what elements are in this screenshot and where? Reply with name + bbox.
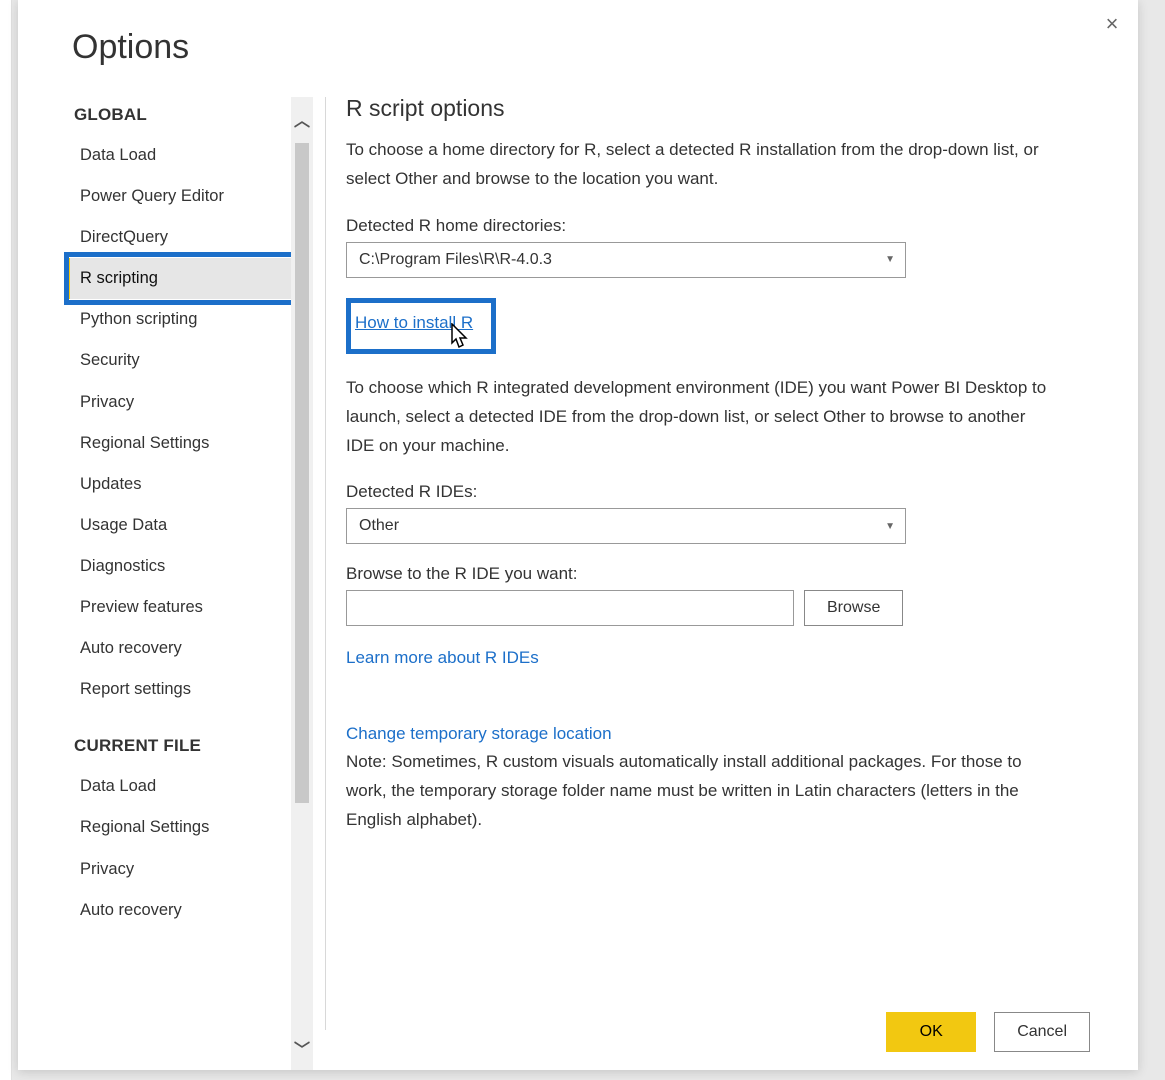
link-learn-r-ides[interactable]: Learn more about R IDEs [346, 648, 539, 667]
link-how-to-install-r-box: How to install R [346, 298, 496, 354]
chevron-down-icon: ▼ [885, 521, 895, 532]
cancel-button[interactable]: Cancel [994, 1012, 1090, 1052]
sidebar-item-cf-privacy[interactable]: Privacy [66, 849, 291, 890]
sidebar: GLOBAL Data Load Power Query Editor Dire… [58, 97, 291, 1070]
panel-description: To choose a home directory for R, select… [346, 136, 1058, 194]
browse-ide-label: Browse to the R IDE you want: [346, 564, 1058, 584]
sidebar-item-cf-data-load[interactable]: Data Load [66, 766, 291, 807]
sidebar-item-updates[interactable]: Updates [66, 464, 291, 505]
dialog-footer: OK Cancel [886, 1012, 1090, 1052]
sidebar-item-privacy[interactable]: Privacy [66, 382, 291, 423]
sidebar-item-preview-features[interactable]: Preview features [66, 587, 291, 628]
r-home-value: C:\Program Files\R\R-4.0.3 [359, 251, 552, 269]
main-panel: R script options To choose a home direct… [344, 77, 1138, 1070]
sidebar-item-r-scripting[interactable]: R scripting [66, 258, 291, 299]
r-ide-dropdown[interactable]: Other ▼ [346, 508, 906, 544]
sidebar-item-cf-regional-settings[interactable]: Regional Settings [66, 807, 291, 848]
background-edge [0, 0, 12, 1080]
sidebar-item-auto-recovery[interactable]: Auto recovery [66, 628, 291, 669]
link-how-to-install-r[interactable]: How to install R [355, 313, 473, 332]
scrollbar-thumb[interactable] [295, 143, 309, 803]
link-change-storage[interactable]: Change temporary storage location [346, 724, 612, 743]
sidebar-item-cf-auto-recovery[interactable]: Auto recovery [66, 890, 291, 931]
ok-button[interactable]: OK [886, 1012, 976, 1052]
chevron-up-icon[interactable]: ︿ [294, 97, 310, 141]
r-home-dropdown[interactable]: C:\Program Files\R\R-4.0.3 ▼ [346, 242, 906, 278]
content-row: GLOBAL Data Load Power Query Editor Dire… [18, 77, 1138, 1070]
chevron-down-icon: ▼ [885, 254, 895, 265]
sidebar-item-security[interactable]: Security [66, 340, 291, 381]
sidebar-group-header: GLOBAL [66, 97, 291, 135]
sidebar-item-data-load[interactable]: Data Load [66, 135, 291, 176]
storage-note: Note: Sometimes, R custom visuals automa… [346, 748, 1058, 835]
sidebar-scrollbar[interactable]: ︿ ﹀ [291, 97, 313, 1070]
sidebar-item-diagnostics[interactable]: Diagnostics [66, 546, 291, 587]
dialog-title: Options [18, 0, 1138, 77]
sidebar-group-header: CURRENT FILE [66, 728, 291, 766]
close-icon[interactable]: × [1096, 8, 1128, 40]
r-ide-label: Detected R IDEs: [346, 482, 1058, 502]
panel-description-ide: To choose which R integrated development… [346, 374, 1058, 461]
chevron-down-icon[interactable]: ﹀ [294, 1026, 310, 1070]
sidebar-item-directquery[interactable]: DirectQuery [66, 217, 291, 258]
browse-button[interactable]: Browse [804, 590, 903, 626]
options-dialog: × Options GLOBAL Data Load Power Query E… [18, 0, 1138, 1070]
panel-title: R script options [346, 95, 1058, 122]
r-ide-value: Other [359, 517, 399, 535]
r-home-label: Detected R home directories: [346, 216, 1058, 236]
sidebar-item-power-query-editor[interactable]: Power Query Editor [66, 176, 291, 217]
browse-row: Browse [346, 590, 1058, 626]
sidebar-item-regional-settings[interactable]: Regional Settings [66, 423, 291, 464]
vertical-divider [325, 97, 326, 1030]
sidebar-wrap: GLOBAL Data Load Power Query Editor Dire… [58, 77, 313, 1070]
sidebar-item-usage-data[interactable]: Usage Data [66, 505, 291, 546]
sidebar-item-python-scripting[interactable]: Python scripting [66, 299, 291, 340]
browse-ide-input[interactable] [346, 590, 794, 626]
sidebar-item-report-settings[interactable]: Report settings [66, 669, 291, 710]
